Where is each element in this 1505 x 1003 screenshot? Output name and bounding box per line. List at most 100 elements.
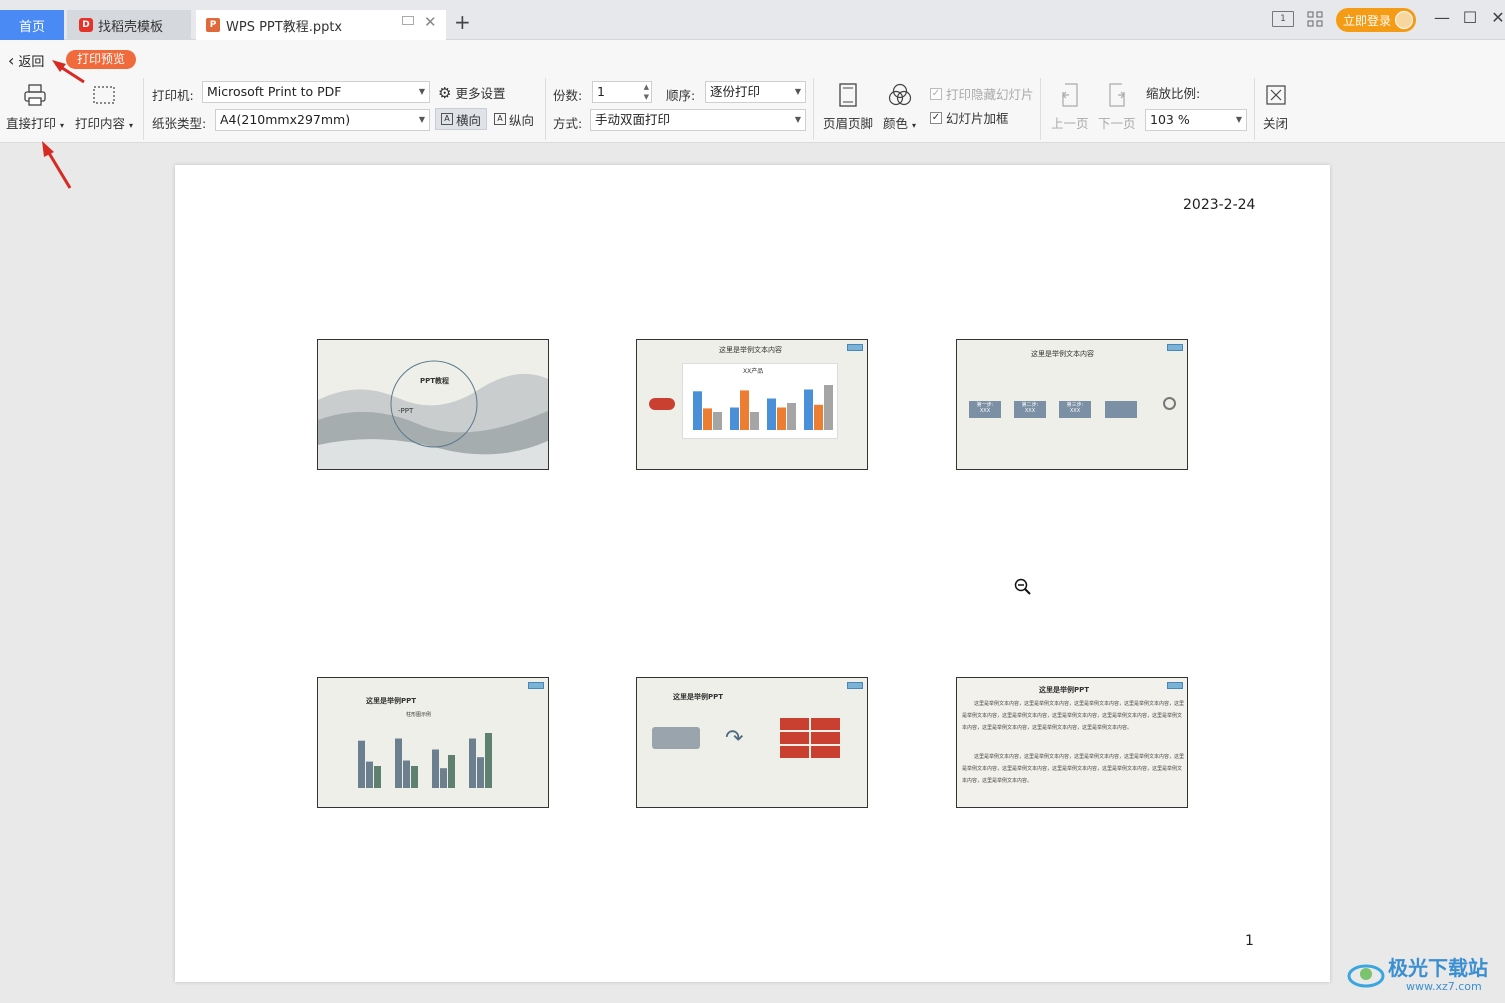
slide-frame-checkbox[interactable]: ✓ 幻灯片加框 — [930, 108, 1009, 127]
close-label: 关闭 — [1263, 116, 1289, 131]
page-number: 1 — [1245, 933, 1254, 949]
printer-value: Microsoft Print to PDF — [207, 84, 342, 99]
portrait-button[interactable]: A 纵向 — [489, 108, 539, 130]
step-box-1: 第一步: XXX — [969, 401, 1001, 418]
maximize-icon[interactable]: ☐ — [1460, 8, 1480, 27]
tab-template[interactable]: D 找稻壳模板 — [67, 10, 191, 40]
circle-icon — [1163, 397, 1176, 410]
layout-icon[interactable]: 1 — [1272, 11, 1294, 27]
gear-icon: ⚙ — [438, 83, 452, 102]
prev-page-button[interactable]: 上一页 — [1051, 81, 1089, 132]
copies-stepper[interactable]: 1 ▲ ▼ — [592, 81, 652, 103]
portrait-icon: A — [494, 113, 506, 125]
login-label: 立即登录 — [1343, 13, 1392, 28]
thumbnail-bar — [777, 407, 786, 430]
thumbnail-bar — [448, 755, 455, 788]
copies-value: 1 — [597, 84, 605, 99]
thumbnail-bar — [804, 389, 813, 430]
login-button[interactable]: 立即登录 — [1336, 8, 1416, 32]
slide1-subtitle: -PPT — [398, 407, 414, 415]
slide2-chart-title: XX产品 — [743, 368, 764, 375]
slide-thumbnail-3[interactable]: 这里是举例文本内容 第一步: XXX 第二步: XXX 第三步: XXX — [956, 339, 1188, 470]
dropdown-caret-icon: ▼ — [794, 87, 801, 96]
separator — [813, 78, 814, 140]
header-footer-button[interactable]: 页眉页脚 — [823, 81, 873, 132]
layout-icon-text: 1 — [1280, 14, 1286, 24]
close-preview-button[interactable]: 关闭 — [1263, 81, 1288, 132]
thumbnail-bar — [730, 407, 739, 430]
mode-select[interactable]: 手动双面打印 ▼ — [590, 109, 806, 131]
color-label: 颜色 — [883, 116, 909, 131]
video-icon — [652, 727, 700, 749]
zoom-select[interactable]: 103 % ▼ — [1145, 109, 1247, 131]
minimize-icon[interactable]: — — [1432, 8, 1452, 27]
stepper-arrows-icon[interactable]: ▲ ▼ — [644, 82, 649, 102]
paper-type-select[interactable]: A4(210mmx297mm) ▼ — [215, 109, 430, 131]
next-page-label: 下一页 — [1098, 116, 1136, 131]
slide-thumbnail-4[interactable]: 这里是举例PPT 柱形图示例 — [317, 677, 549, 808]
dropdown-caret-icon: ▼ — [418, 115, 425, 124]
separator — [143, 78, 144, 140]
slide3-title: 这里是举例文本内容 — [1031, 350, 1094, 358]
slide-frame-label: 幻灯片加框 — [946, 111, 1009, 126]
print-hidden-label: 打印隐藏幻灯片 — [946, 87, 1034, 102]
close-window-icon[interactable]: ✕ — [1488, 8, 1505, 27]
avatar — [1395, 11, 1413, 29]
slide-corner-image — [1167, 682, 1183, 689]
thumbnail-bar — [469, 738, 476, 788]
step2-value: XXX — [1024, 408, 1036, 414]
color-button[interactable]: 颜色 ▾ — [883, 81, 916, 132]
slide-thumbnail-1[interactable]: PPT教程 -PPT — [317, 339, 549, 470]
window-preview-icon[interactable] — [402, 16, 414, 25]
page-header-icon — [838, 81, 858, 109]
apps-grid-icon[interactable] — [1307, 11, 1323, 27]
dropdown-caret-icon: ▼ — [418, 87, 425, 96]
mode-label: 方式: — [553, 116, 583, 131]
docer-logo-icon: D — [79, 18, 93, 32]
add-tab-button[interactable]: + — [454, 12, 471, 32]
printer-select[interactable]: Microsoft Print to PDF ▼ — [202, 81, 430, 103]
slide-thumbnail-6[interactable]: 这里是举例PPT 这里是举例文本内容，这里是举例文本内容，这里是举例文本内容，这… — [956, 677, 1188, 808]
title-bar: 首页 D 找稻壳模板 P WPS PPT教程.pptx ✕ + 1 立即登录 —… — [0, 0, 1505, 40]
step3-value: XXX — [1069, 408, 1081, 414]
zoom-out-cursor-icon — [1014, 578, 1031, 595]
thumbnail-bar — [787, 403, 796, 430]
header-footer-label: 页眉页脚 — [823, 116, 874, 131]
tab-template-label: 找稻壳模板 — [98, 19, 164, 35]
thumbnail-bar — [477, 757, 484, 788]
slide2-bar-chart — [693, 385, 833, 430]
thumbnail-bar — [767, 398, 776, 430]
thumbnail-bar — [740, 390, 749, 430]
thumbnail-bar — [366, 761, 373, 788]
dropdown-caret-icon: ▼ — [1235, 115, 1242, 124]
thumbnail-bar — [432, 749, 439, 788]
order-select[interactable]: 逐份打印 ▼ — [705, 81, 806, 103]
ppt-file-icon: P — [206, 18, 220, 32]
ppt-tile-grid — [780, 718, 840, 758]
thumbnail-bar — [395, 738, 402, 788]
portrait-label: 纵向 — [509, 112, 535, 128]
tab-home[interactable]: 首页 — [0, 10, 64, 40]
ink-landscape-image — [318, 360, 548, 469]
print-hidden-slides-checkbox[interactable]: ✓ 打印隐藏幻灯片 — [930, 84, 1034, 103]
thumbnail-bar — [485, 733, 492, 788]
next-page-button[interactable]: 下一页 — [1098, 81, 1136, 132]
thumbnail-bar — [403, 760, 410, 788]
separator — [1254, 78, 1255, 140]
landscape-button[interactable]: A 横向 — [435, 108, 488, 130]
thumbnail-bar — [703, 408, 712, 430]
slide6-paragraph-1: 这里是举例文本内容，这里是举例文本内容，这里是举例文本内容，这里是举例文本内容，… — [962, 701, 1184, 731]
thumbnail-bar — [693, 391, 702, 430]
tab-document[interactable]: P WPS PPT教程.pptx ✕ — [196, 10, 446, 40]
slide-thumbnail-5[interactable]: 这里是举例PPT ↷ — [636, 677, 868, 808]
close-tab-icon[interactable]: ✕ — [424, 13, 437, 31]
landscape-icon: A — [441, 113, 453, 125]
prev-page-icon — [1059, 81, 1081, 109]
slide6-title: 这里是举例PPT — [1039, 686, 1090, 694]
paper-type-label: 纸张类型: — [152, 116, 207, 131]
annotation-arrows — [42, 60, 85, 189]
slide-corner-image — [1167, 344, 1183, 351]
more-settings-button[interactable]: ⚙ 更多设置 — [438, 83, 505, 102]
landscape-label: 横向 — [456, 112, 482, 128]
slide-thumbnail-2[interactable]: 这里是举例文本内容 XX产品 — [636, 339, 868, 470]
